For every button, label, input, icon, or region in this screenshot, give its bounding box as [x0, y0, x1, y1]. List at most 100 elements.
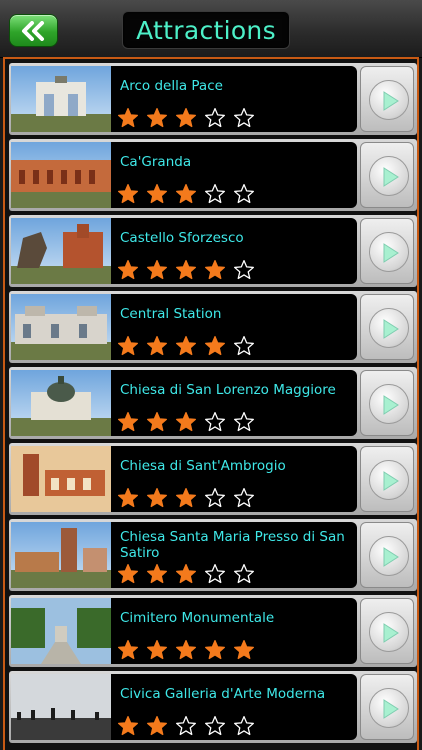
star-filled-icon	[175, 335, 197, 357]
star-rating	[117, 563, 262, 585]
attraction-info: Cimitero Monumentale	[111, 598, 357, 664]
star-filled-icon	[146, 107, 168, 129]
star-filled-icon	[117, 335, 139, 357]
star-empty-icon	[233, 107, 255, 129]
star-empty-icon	[204, 183, 226, 205]
star-rating	[117, 183, 262, 205]
attraction-info: Castello Sforzesco	[111, 218, 357, 284]
attraction-row[interactable]: Central Station	[9, 291, 417, 363]
attraction-name: Arco della Pace	[120, 78, 223, 94]
attraction-row[interactable]: Civica Galleria d'Arte Moderna	[9, 671, 417, 743]
attraction-row[interactable]: Chiesa Santa Maria Presso di San Satiro	[9, 519, 417, 591]
star-filled-icon	[117, 107, 139, 129]
attraction-info: Chiesa Santa Maria Presso di San Satiro	[111, 522, 357, 588]
star-empty-icon	[204, 411, 226, 433]
play-arrow-icon	[369, 612, 409, 652]
star-filled-icon	[117, 259, 139, 281]
star-empty-icon	[204, 107, 226, 129]
star-rating	[117, 107, 262, 129]
attraction-row[interactable]: Arco della Pace	[9, 63, 417, 135]
open-detail-button[interactable]	[360, 598, 414, 664]
star-filled-icon	[175, 183, 197, 205]
star-filled-icon	[233, 639, 255, 661]
star-filled-icon	[204, 259, 226, 281]
star-filled-icon	[204, 639, 226, 661]
star-filled-icon	[175, 639, 197, 661]
play-arrow-icon	[369, 156, 409, 196]
star-filled-icon	[175, 563, 197, 585]
attraction-thumbnail	[11, 142, 111, 208]
star-filled-icon	[175, 107, 197, 129]
open-detail-button[interactable]	[360, 674, 414, 740]
star-filled-icon	[146, 259, 168, 281]
attraction-info: Central Station	[111, 294, 357, 360]
star-rating	[117, 335, 262, 357]
star-empty-icon	[233, 183, 255, 205]
attraction-thumbnail	[11, 598, 111, 664]
star-empty-icon	[204, 563, 226, 585]
back-button[interactable]	[9, 14, 58, 47]
star-filled-icon	[117, 563, 139, 585]
star-filled-icon	[117, 639, 139, 661]
attraction-row[interactable]: Chiesa di Sant'Ambrogio	[9, 443, 417, 515]
double-chevron-left-icon	[22, 21, 44, 41]
attraction-info: Civica Galleria d'Arte Moderna	[111, 674, 357, 740]
star-empty-icon	[233, 411, 255, 433]
star-empty-icon	[233, 715, 255, 737]
star-rating	[117, 259, 262, 281]
open-detail-button[interactable]	[360, 142, 414, 208]
star-filled-icon	[146, 335, 168, 357]
attraction-row[interactable]: Castello Sforzesco	[9, 215, 417, 287]
attraction-name: Central Station	[120, 306, 222, 322]
attraction-thumbnail	[11, 446, 111, 512]
attraction-row[interactable]: Chiesa di San Lorenzo Maggiore	[9, 367, 417, 439]
star-empty-icon	[175, 715, 197, 737]
star-empty-icon	[233, 335, 255, 357]
star-filled-icon	[146, 487, 168, 509]
attraction-name: Chiesa di Sant'Ambrogio	[120, 458, 286, 474]
attraction-info: Ca'Granda	[111, 142, 357, 208]
star-filled-icon	[175, 411, 197, 433]
star-rating	[117, 715, 262, 737]
attraction-info: Chiesa di San Lorenzo Maggiore	[111, 370, 357, 436]
open-detail-button[interactable]	[360, 370, 414, 436]
open-detail-button[interactable]	[360, 66, 414, 132]
play-arrow-icon	[369, 80, 409, 120]
star-filled-icon	[117, 715, 139, 737]
play-arrow-icon	[369, 384, 409, 424]
open-detail-button[interactable]	[360, 446, 414, 512]
open-detail-button[interactable]	[360, 522, 414, 588]
star-filled-icon	[175, 259, 197, 281]
open-detail-button[interactable]	[360, 294, 414, 360]
attraction-name: Castello Sforzesco	[120, 230, 244, 246]
attraction-thumbnail	[11, 674, 111, 740]
open-detail-button[interactable]	[360, 218, 414, 284]
star-empty-icon	[204, 487, 226, 509]
attraction-name: Civica Galleria d'Arte Moderna	[120, 686, 326, 702]
attraction-row[interactable]: Ca'Granda	[9, 139, 417, 211]
star-filled-icon	[146, 639, 168, 661]
star-rating	[117, 487, 262, 509]
attraction-row[interactable]: Cimitero Monumentale	[9, 595, 417, 667]
attraction-name: Chiesa Santa Maria Presso di San Satiro	[120, 529, 345, 561]
star-filled-icon	[146, 183, 168, 205]
attraction-thumbnail	[11, 522, 111, 588]
attraction-thumbnail	[11, 294, 111, 360]
star-filled-icon	[117, 411, 139, 433]
star-filled-icon	[204, 335, 226, 357]
page-title: Attractions	[122, 11, 290, 49]
attractions-list: Arco della Pace Ca'Granda Castello Sforz…	[3, 57, 419, 750]
attraction-thumbnail	[11, 66, 111, 132]
star-empty-icon	[233, 563, 255, 585]
play-arrow-icon	[369, 536, 409, 576]
star-empty-icon	[204, 715, 226, 737]
play-arrow-icon	[369, 460, 409, 500]
star-empty-icon	[233, 487, 255, 509]
star-rating	[117, 411, 262, 433]
attraction-thumbnail	[11, 370, 111, 436]
star-filled-icon	[146, 715, 168, 737]
attraction-name: Cimitero Monumentale	[120, 610, 275, 626]
attraction-info: Chiesa di Sant'Ambrogio	[111, 446, 357, 512]
attraction-info: Arco della Pace	[111, 66, 357, 132]
attraction-thumbnail	[11, 218, 111, 284]
